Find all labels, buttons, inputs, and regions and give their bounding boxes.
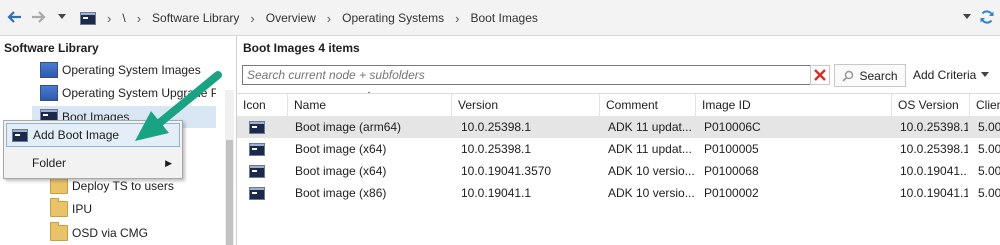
cell-name: Boot image (x86) [295,186,387,200]
cell-comment: ADK 10 versio... [608,186,694,200]
clear-search-button[interactable] [810,65,830,85]
cell-image-id: P010006C [704,120,761,134]
cell-client: 5.00 [978,120,1000,134]
column-header-client[interactable]: Clien [969,94,1000,116]
add-criteria-label: Add Criteria [913,67,977,82]
search-button-label: Search [859,68,898,83]
column-header-name[interactable]: Name [287,94,451,116]
cmd-icon [249,142,265,156]
folder-icon [50,222,68,241]
column-header-image-id[interactable]: Image ID [695,94,891,116]
monitor-icon [40,62,58,78]
cell-version: 10.0.19041.1 [461,186,532,200]
cell-comment: ADK 11 updat... [608,120,692,134]
folder-icon [50,175,68,194]
column-header-os-version[interactable]: OS Version [891,94,969,116]
cell-os-version: 10.0.19041.1 [900,186,968,200]
cmd-icon [249,164,265,178]
tree-item-label: Deploy TS to users [72,179,174,193]
cell-name: Boot image (x64) [295,164,387,178]
table-row[interactable]: Boot image (x64) 10.0.19041.3570 ADK 10 … [237,160,1000,182]
breadcrumb: › \ › Software Library › Overview › Oper… [80,8,538,28]
breadcrumb-separator: › [250,10,255,26]
chevron-down-icon [981,71,990,77]
console-icon [80,11,96,25]
cell-image-id: P0100068 [704,164,759,178]
breadcrumb-boot-images[interactable]: Boot Images [471,11,538,25]
close-icon [814,69,826,81]
menu-item-label: Folder [32,156,67,170]
search-button[interactable]: Search [834,64,906,87]
menu-item-label: Add Boot Image [33,128,120,142]
address-dropdown-button[interactable] [960,7,974,27]
cmd-icon [249,120,265,134]
breadcrumb-overview[interactable]: Overview [266,11,316,25]
cell-client: 5.00 [978,164,1000,178]
back-arrow-icon [7,11,21,23]
table-header: Icon Name Version Comment Image ID OS Ve… [237,93,1000,117]
chevron-down-icon [58,14,66,19]
cell-os-version: 10.0.25398.1 [900,142,968,156]
cell-version: 10.0.25398.1 [461,120,532,134]
breadcrumb-software-library[interactable]: Software Library [152,11,239,25]
refresh-icon [980,10,994,24]
menu-item-icon [7,128,33,142]
breadcrumb-separator: › [107,10,112,26]
cell-comment: ADK 10 versio... [608,164,694,178]
pane-title: Software Library [4,41,99,55]
cell-name: Boot image (x64) [295,142,387,156]
cell-image-id: P0100005 [704,142,759,156]
table-row[interactable]: Boot image (x86) 10.0.19041.1 ADK 10 ver… [237,182,1000,204]
cell-version: 10.0.25398.1 [461,142,532,156]
row-icon [249,138,265,160]
monitor-icon [40,85,58,101]
tree-item-label: IPU [72,202,93,216]
breadcrumb-operating-systems[interactable]: Operating Systems [342,11,444,25]
submenu-arrow-icon: ▶ [165,157,172,168]
cell-os-version: 10.0.19041.... [900,164,968,178]
address-bar: › \ › Software Library › Overview › Oper… [0,0,1000,36]
tree-item-osd-via-cmg[interactable]: OSD via CMG [50,222,148,244]
forward-arrow-icon [32,11,46,23]
cell-name: Boot image (arm64) [295,120,402,134]
breadcrumb-root[interactable]: \ [122,11,125,25]
search-input[interactable] [242,65,812,85]
cmd-icon [12,128,28,142]
table-row[interactable]: Boot image (x64) 10.0.25398.1 ADK 11 upd… [237,138,1000,160]
column-header-icon[interactable]: Icon [237,94,287,116]
column-header-version[interactable]: Version [451,94,599,116]
cmd-icon [249,186,265,200]
forward-button[interactable] [29,7,49,27]
column-header-comment[interactable]: Comment [599,94,695,116]
cell-client: 5.00 [978,186,1000,200]
table-row[interactable]: Boot image (arm64) 10.0.25398.1 ADK 11 u… [237,116,1000,138]
breadcrumb-separator: › [455,10,460,26]
back-button[interactable] [4,7,24,27]
breadcrumb-separator: › [136,10,142,26]
menu-item-folder[interactable]: Folder ▶ [6,151,180,175]
row-icon [249,116,265,138]
page-title: Boot Images 4 items [243,41,360,55]
chevron-down-icon [963,14,971,19]
breadcrumb-separator: › [326,10,332,26]
search-icon [842,70,854,82]
row-icon [249,160,265,182]
details-pane: Boot Images 4 items Search Add Criteria … [237,36,1000,245]
cell-version: 10.0.19041.3570 [461,164,552,178]
refresh-button[interactable] [977,7,997,27]
row-icon [249,182,265,204]
scrollbar-thumb[interactable] [226,140,233,245]
annotation-arrow-icon [135,71,222,141]
tree-item-ipu[interactable]: IPU [50,198,92,220]
cell-client: 5.00 [978,142,1000,156]
cell-image-id: P0100002 [704,186,759,200]
tree-item-label: OSD via CMG [72,226,149,240]
folder-icon [50,198,68,217]
cell-os-version: 10.0.25398.1 [900,120,968,134]
add-criteria-button[interactable]: Add Criteria [913,64,999,85]
history-dropdown-button[interactable] [55,7,69,27]
cell-comment: ADK 11 updat... [608,142,692,156]
